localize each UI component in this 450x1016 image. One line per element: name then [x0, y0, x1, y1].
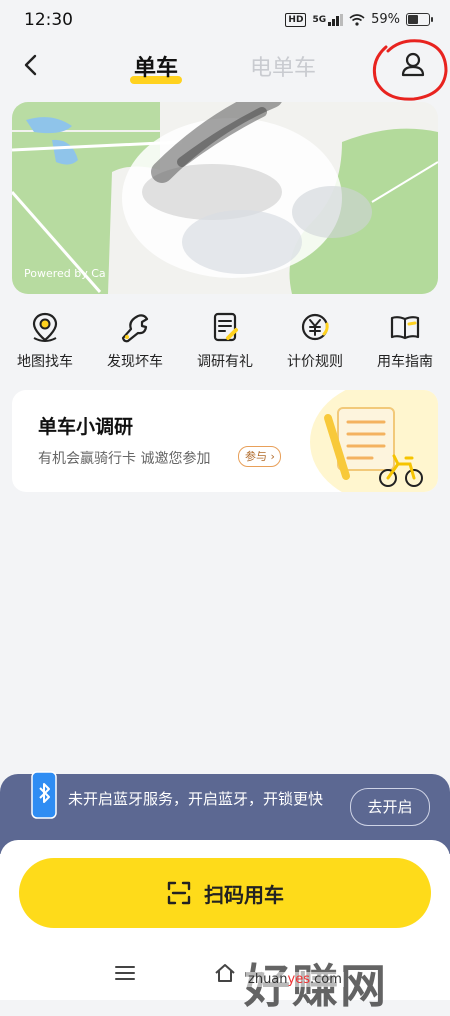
network-label: 5G	[312, 14, 327, 25]
status-indicators: HD 5G 59%	[285, 12, 433, 27]
enable-bluetooth-button[interactable]: 去开启	[350, 788, 430, 826]
survey-icon	[213, 312, 238, 342]
quick-action-label: 发现坏车	[107, 354, 163, 370]
wrench-icon	[121, 314, 149, 343]
yuan-icon	[301, 313, 329, 341]
wifi-icon	[349, 13, 365, 26]
quick-action-label: 计价规则	[287, 354, 343, 370]
watermark-url-part: yes	[287, 972, 310, 987]
watermark-url-part: .com	[309, 972, 342, 987]
map-pin-icon	[32, 312, 58, 342]
quick-action-guide[interactable]: 用车指南	[360, 310, 450, 371]
survey-illustration	[310, 390, 438, 492]
survey-subtitle: 有机会赢骑行卡 诚邀您参加	[38, 451, 211, 467]
status-time: 12:30	[24, 10, 73, 30]
quick-action-report-broken[interactable]: 发现坏车	[90, 310, 180, 371]
home-icon[interactable]	[213, 961, 237, 985]
book-icon	[390, 316, 420, 340]
battery-percent: 59%	[371, 12, 400, 27]
quick-action-pricing[interactable]: 计价规则	[270, 310, 360, 371]
tab-ebike-label: 电单车	[250, 56, 317, 81]
profile-icon[interactable]	[394, 46, 432, 84]
tab-ebike[interactable]: 电单车	[250, 50, 316, 82]
quick-action-label: 用车指南	[377, 354, 433, 370]
quick-action-label: 地图找车	[17, 354, 73, 370]
tab-bike-label: 单车	[134, 56, 179, 81]
survey-card[interactable]: 单车小调研 有机会赢骑行卡 诚邀您参加 参与 ›	[12, 390, 438, 492]
bluetooth-phone-icon	[31, 771, 57, 819]
scan-icon	[167, 881, 191, 905]
system-nav-bar: 好赚网 zhuanyes.com	[0, 950, 450, 1013]
scan-to-ride-button[interactable]: 扫码用车	[19, 858, 431, 928]
quick-actions: 地图找车 发现坏车 调研有礼 计价规则 用车指南	[0, 310, 450, 380]
watermark-url: zhuanyes.com	[246, 972, 344, 987]
join-label: 参与	[245, 450, 267, 463]
bluetooth-message: 未开启蓝牙服务，开启蓝牙，开锁更快	[68, 790, 324, 808]
menu-icon[interactable]	[114, 962, 136, 984]
map-view[interactable]: Powered by Ca	[12, 102, 438, 294]
quick-action-map-find[interactable]: 地图找车	[0, 310, 90, 371]
quick-action-survey[interactable]: 调研有礼	[180, 310, 270, 371]
back-button[interactable]	[14, 48, 48, 82]
watermark-url-part: zhuan	[248, 972, 288, 987]
tab-bike[interactable]: 单车	[130, 50, 183, 84]
scan-label: 扫码用车	[204, 882, 284, 907]
status-bar: 12:30 HD 5G 59%	[0, 0, 450, 40]
survey-title: 单车小调研	[38, 416, 134, 438]
battery-icon	[406, 13, 433, 26]
top-nav: 单车 电单车	[0, 39, 450, 101]
map-canvas	[12, 102, 438, 294]
quick-action-label: 调研有礼	[197, 354, 253, 370]
map-credit: Powered by Ca	[24, 267, 106, 280]
signal-icon	[328, 13, 344, 26]
join-button[interactable]: 参与 ›	[238, 446, 281, 467]
hd-badge: HD	[285, 12, 307, 27]
